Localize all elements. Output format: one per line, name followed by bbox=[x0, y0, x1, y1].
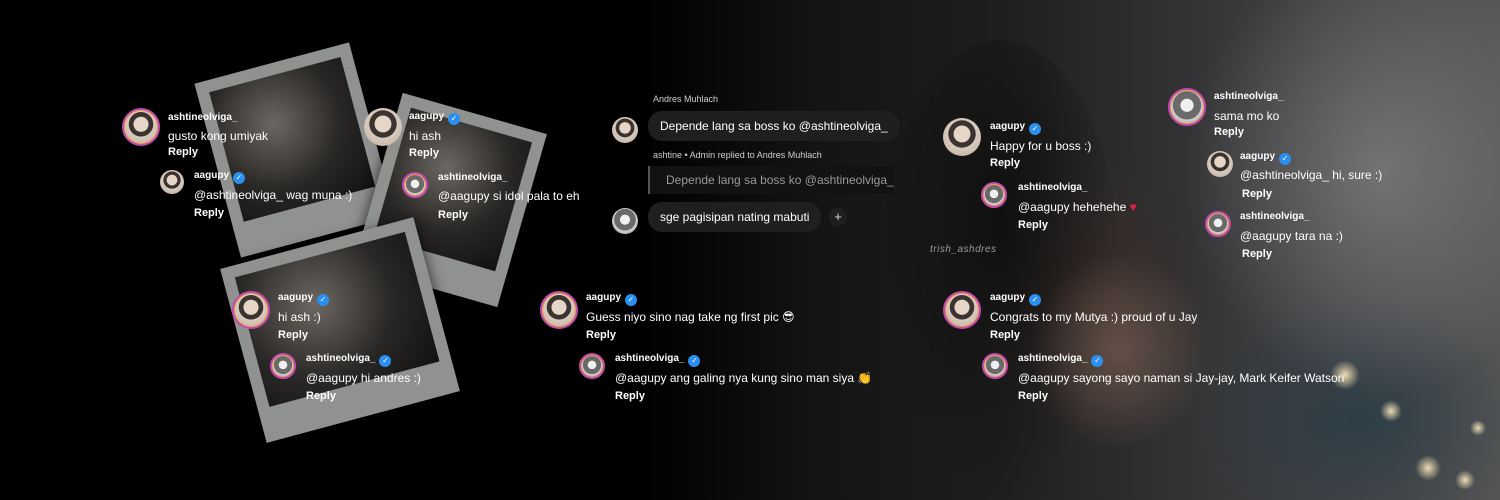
comment-text: @aagupy ang galing nya kung sino man siy… bbox=[615, 371, 873, 385]
reply-button[interactable]: Reply bbox=[409, 147, 439, 159]
avatar[interactable] bbox=[364, 108, 402, 146]
avatar[interactable] bbox=[1168, 88, 1206, 126]
comment-text: hi ash :) bbox=[278, 310, 321, 324]
comment-text: gusto kong umiyak bbox=[168, 129, 269, 143]
reply-button[interactable]: Reply bbox=[278, 329, 308, 341]
avatar[interactable] bbox=[402, 172, 428, 198]
username[interactable]: aagupy ✓ bbox=[990, 292, 1042, 306]
reply-button[interactable]: Reply bbox=[1242, 248, 1272, 260]
username[interactable]: aagupy ✓ bbox=[586, 292, 638, 306]
reply-button[interactable]: Reply bbox=[194, 207, 224, 219]
comment-text: @aagupy tara na :) bbox=[1240, 229, 1343, 243]
username[interactable]: aagupy ✓ bbox=[194, 170, 246, 184]
comment-text: @aagupy hehehehe ♥ bbox=[1018, 200, 1137, 214]
bokeh-light bbox=[1455, 470, 1475, 490]
username[interactable]: aagupy ✓ bbox=[409, 111, 461, 125]
reply-button[interactable]: Reply bbox=[438, 209, 468, 221]
header-collage: ashtineolviga_ gusto kong umiyak Reply a… bbox=[0, 0, 1500, 500]
bokeh-light bbox=[1415, 455, 1441, 481]
hand-silhouette bbox=[1030, 250, 1210, 450]
reply-button[interactable]: Reply bbox=[306, 390, 336, 402]
comment-text: sama mo ko bbox=[1214, 109, 1280, 123]
verified-check-icon: ✓ bbox=[317, 294, 330, 306]
username[interactable]: ashtineolviga_ bbox=[1018, 182, 1087, 193]
message-bubble[interactable]: sge pagisipan nating mabuti bbox=[648, 202, 822, 232]
avatar[interactable] bbox=[981, 182, 1007, 208]
heart-emoji: ♥ bbox=[1129, 200, 1137, 214]
verified-check-icon: ✓ bbox=[1091, 355, 1104, 367]
verified-check-icon: ✓ bbox=[1029, 294, 1042, 306]
username[interactable]: ashtineolviga_ bbox=[438, 172, 507, 183]
avatar[interactable] bbox=[943, 291, 981, 329]
comment-text: @aagupy hi andres :) bbox=[306, 371, 421, 385]
avatar[interactable] bbox=[1207, 151, 1233, 177]
comment-text: Congrats to my Mutya :) proud of u Jay bbox=[990, 310, 1198, 324]
comment-text: @aagupy si idol pala to eh bbox=[438, 189, 580, 203]
reply-button[interactable]: Reply bbox=[1018, 219, 1048, 231]
sender-name: Andres Muhlach bbox=[653, 94, 719, 104]
comment-text: hi ash bbox=[409, 129, 442, 143]
quoted-message: Depende lang sa boss ko @ashtineolviga_ bbox=[648, 166, 894, 194]
verified-check-icon: ✓ bbox=[688, 355, 701, 367]
username[interactable]: ashtineolviga_ ✓ bbox=[306, 353, 392, 367]
username[interactable]: aagupy ✓ bbox=[278, 292, 330, 306]
username[interactable]: ashtineolviga_ ✓ bbox=[615, 353, 701, 367]
avatar[interactable] bbox=[232, 291, 270, 329]
verified-check-icon: ✓ bbox=[625, 294, 638, 306]
clapping-hands-emoji: 👏 bbox=[857, 371, 873, 385]
replied-to-label: ashtine • Admin replied to Andres Muhlac… bbox=[653, 150, 822, 160]
reply-button[interactable]: Reply bbox=[168, 146, 198, 158]
avatar[interactable] bbox=[612, 117, 638, 143]
avatar[interactable] bbox=[982, 353, 1008, 379]
plus-icon[interactable]: + bbox=[829, 208, 847, 226]
avatar[interactable] bbox=[122, 108, 160, 146]
avatar[interactable] bbox=[1205, 211, 1231, 237]
avatar[interactable] bbox=[612, 208, 638, 234]
comment-text: @aagupy sayong sayo naman si Jay-jay, Ma… bbox=[1018, 371, 1345, 385]
reply-button[interactable]: Reply bbox=[586, 329, 616, 341]
username[interactable]: ashtineolviga_ bbox=[1240, 211, 1309, 222]
watermark: trish_ashdres bbox=[930, 244, 997, 255]
reply-button[interactable]: Reply bbox=[1018, 390, 1048, 402]
username[interactable]: aagupy ✓ bbox=[990, 121, 1042, 135]
username[interactable]: aagupy ✓ bbox=[1240, 151, 1292, 165]
username[interactable]: ashtineolviga_ bbox=[168, 112, 237, 123]
bokeh-light bbox=[1380, 400, 1402, 422]
reply-button[interactable]: Reply bbox=[990, 157, 1020, 169]
username[interactable]: ashtineolviga_ bbox=[1214, 91, 1283, 102]
reply-button[interactable]: Reply bbox=[1242, 188, 1272, 200]
avatar[interactable] bbox=[160, 170, 184, 194]
verified-check-icon: ✓ bbox=[448, 113, 461, 125]
message-bubble[interactable]: Depende lang sa boss ko @ashtineolviga_ bbox=[648, 111, 900, 141]
comment-text: @ashtineolviga_ wag muna :) bbox=[194, 188, 353, 202]
verified-check-icon: ✓ bbox=[379, 355, 392, 367]
bokeh-light bbox=[1470, 420, 1486, 436]
verified-check-icon: ✓ bbox=[1279, 153, 1292, 165]
reply-button[interactable]: Reply bbox=[990, 329, 1020, 341]
avatar[interactable] bbox=[943, 118, 981, 156]
sunglasses-emoji: 😎 bbox=[782, 310, 795, 324]
verified-check-icon: ✓ bbox=[233, 172, 246, 184]
comment-text: @ashtineolviga_ hi, sure :) bbox=[1240, 168, 1383, 182]
reply-button[interactable]: Reply bbox=[615, 390, 645, 402]
avatar[interactable] bbox=[540, 291, 578, 329]
reply-button[interactable]: Reply bbox=[1214, 126, 1244, 138]
username[interactable]: ashtineolviga_ ✓ bbox=[1018, 353, 1104, 367]
avatar[interactable] bbox=[579, 353, 605, 379]
verified-check-icon: ✓ bbox=[1029, 123, 1042, 135]
comment-text: Guess niyo sino nag take ng first pic 😎 bbox=[586, 310, 795, 324]
comment-text: Happy for u boss :) bbox=[990, 139, 1092, 153]
avatar[interactable] bbox=[270, 353, 296, 379]
